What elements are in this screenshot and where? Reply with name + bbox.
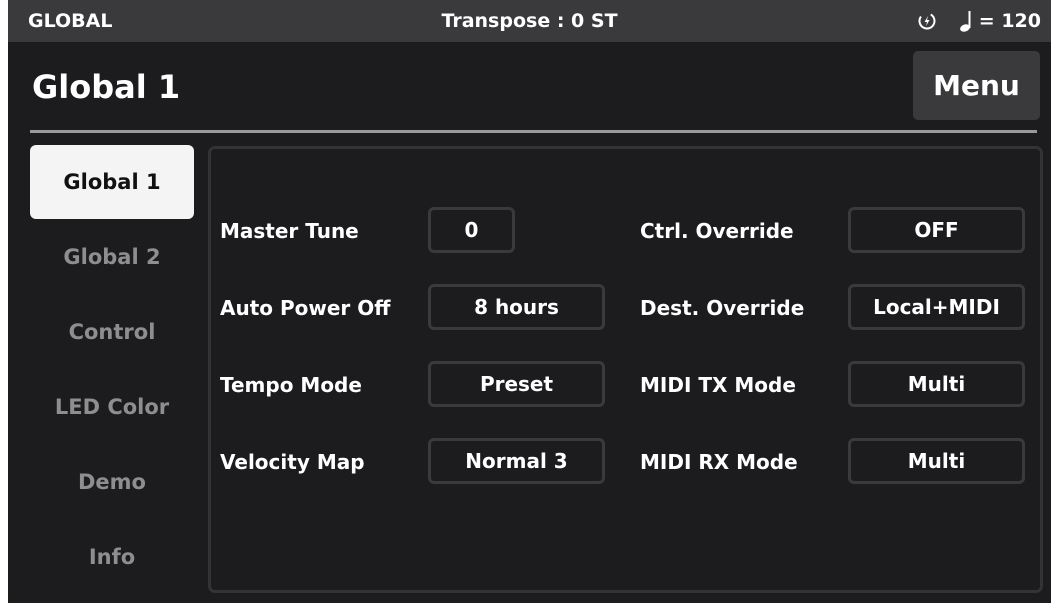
midi-tx-mode-label: MIDI TX Mode — [640, 373, 796, 397]
transpose-readout: Transpose : 0 ST — [441, 10, 618, 32]
global-screen: GLOBAL Transpose : 0 ST = 120 Global 1 M… — [8, 0, 1051, 603]
velocity-map-label: Velocity Map — [220, 450, 365, 474]
dest-override-field[interactable]: Local+MIDI — [848, 284, 1025, 330]
tab-info[interactable]: Info — [30, 520, 194, 594]
status-bar: GLOBAL Transpose : 0 ST = 120 — [8, 0, 1051, 42]
auto-power-off-label: Auto Power Off — [220, 296, 391, 320]
menu-button[interactable]: Menu — [913, 51, 1040, 120]
midi-rx-mode-field[interactable]: Multi — [848, 438, 1025, 484]
midi-tx-mode-field[interactable]: Multi — [848, 361, 1025, 407]
tempo-mode-field[interactable]: Preset — [428, 361, 605, 407]
status-right: = 120 — [917, 10, 1041, 32]
auto-power-icon — [918, 12, 936, 30]
midi-rx-mode-label: MIDI RX Mode — [640, 450, 798, 474]
velocity-map-field[interactable]: Normal 3 — [428, 438, 605, 484]
tempo-mode-label: Tempo Mode — [220, 373, 362, 397]
page-title: Global 1 — [32, 68, 181, 106]
ctrl-override-label: Ctrl. Override — [640, 219, 794, 243]
tab-led-color[interactable]: LED Color — [30, 370, 194, 444]
tab-global-2[interactable]: Global 2 — [30, 220, 194, 294]
tab-control[interactable]: Control — [30, 295, 194, 369]
tab-global-1[interactable]: Global 1 — [30, 145, 194, 219]
auto-power-off-field[interactable]: 8 hours — [428, 284, 605, 330]
master-tune-label: Master Tune — [220, 219, 359, 243]
header-divider — [30, 130, 1037, 133]
dest-override-label: Dest. Override — [640, 296, 805, 320]
tab-demo[interactable]: Demo — [30, 445, 194, 519]
tempo-readout: = 120 — [978, 10, 1041, 32]
ctrl-override-field[interactable]: OFF — [848, 207, 1025, 253]
quarter-note-icon — [959, 11, 971, 32]
master-tune-field[interactable]: 0 — [428, 207, 515, 253]
